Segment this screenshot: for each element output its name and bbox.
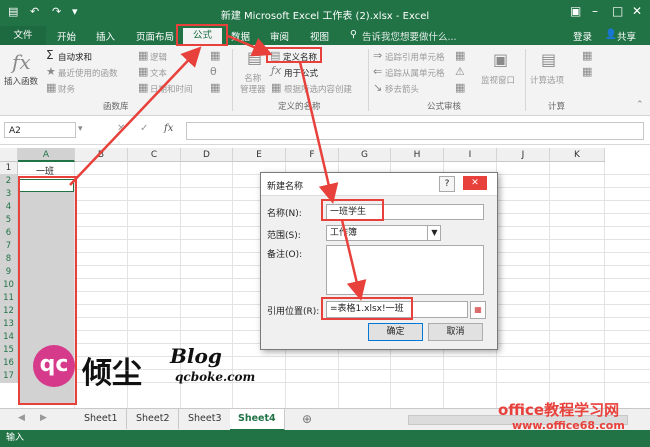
watermark-office-url: www.office68.com — [512, 419, 625, 432]
arrow-define-name-to-dialog — [298, 61, 339, 204]
watermark-blog: Blog — [170, 344, 222, 368]
arrow-selection-to-tab — [69, 46, 202, 186]
arrow-tab-to-define-name — [227, 34, 273, 57]
qcboke-logo-mark: qc — [33, 345, 75, 387]
watermark-blog-url: qcboke.com — [175, 370, 256, 384]
arrow-name-to-refers-to — [340, 219, 367, 301]
watermark-site-name: 倾尘 — [82, 356, 142, 391]
watermark-office-brand: office教程学习网 — [498, 401, 620, 419]
